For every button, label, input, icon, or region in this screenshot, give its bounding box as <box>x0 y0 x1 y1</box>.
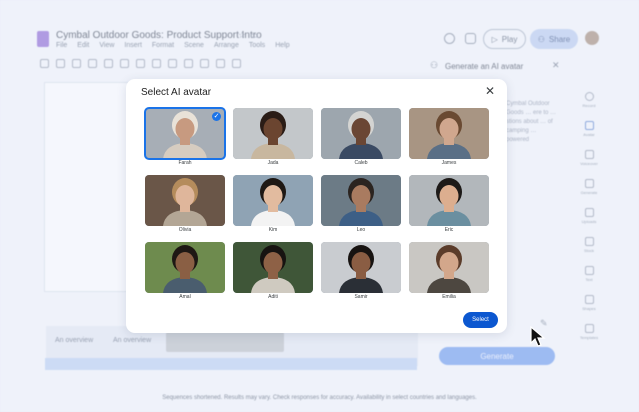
avatar-name: Eric <box>444 227 454 233</box>
avatar-name: Jada <box>267 160 279 166</box>
avatar-name: Emilia <box>442 294 456 300</box>
avatar-name: Caleb <box>354 160 368 166</box>
avatar-option[interactable]: Eric <box>409 175 489 237</box>
avatar-portrait <box>233 242 313 293</box>
select-avatar-dialog: Select AI avatar ✕ ✓ Farah Jada Caleb James O… <box>126 79 507 333</box>
avatar-option[interactable]: Jada <box>233 108 313 170</box>
avatar-portrait <box>233 175 313 226</box>
avatar-grid: ✓ Farah Jada Caleb James Olivia Kim Leo Eric Amal… <box>144 107 489 300</box>
close-icon[interactable]: ✕ <box>484 85 496 97</box>
avatar-photo <box>321 242 401 293</box>
avatar-portrait <box>409 108 489 159</box>
avatar-name: Samir <box>354 294 368 300</box>
avatar-option[interactable]: Samir <box>321 242 401 304</box>
avatar-name: James <box>441 160 457 166</box>
avatar-photo <box>145 242 225 293</box>
avatar-portrait <box>233 108 313 159</box>
avatar-name: Leo <box>356 227 366 233</box>
avatar-photo <box>233 242 313 293</box>
avatar-option[interactable]: Caleb <box>321 108 401 170</box>
avatar-portrait <box>409 242 489 293</box>
avatar-portrait <box>409 175 489 226</box>
avatar-option[interactable]: ✓ Farah <box>144 107 226 170</box>
avatar-portrait <box>145 242 225 293</box>
avatar-portrait <box>321 175 401 226</box>
dialog-title: Select AI avatar <box>141 87 212 98</box>
avatar-photo <box>409 108 489 159</box>
avatar-photo <box>321 175 401 226</box>
avatar-photo <box>409 175 489 226</box>
avatar-name: Farah <box>178 160 192 166</box>
avatar-option[interactable]: Olivia <box>145 175 225 237</box>
avatar-photo: ✓ <box>144 107 226 160</box>
avatar-option[interactable]: Aditi <box>233 242 313 304</box>
selected-check-icon: ✓ <box>212 112 221 121</box>
avatar-name: Kim <box>268 227 278 233</box>
avatar-option[interactable]: James <box>409 108 489 170</box>
avatar-name: Olivia <box>178 227 192 233</box>
avatar-photo <box>145 175 225 226</box>
avatar-photo <box>233 108 313 159</box>
select-button[interactable]: Select <box>463 312 498 328</box>
avatar-portrait <box>321 242 401 293</box>
avatar-option[interactable]: Leo <box>321 175 401 237</box>
mouse-cursor-icon <box>530 326 546 347</box>
avatar-name: Amal <box>179 294 191 300</box>
avatar-option[interactable]: Emilia <box>409 242 489 304</box>
avatar-portrait <box>321 108 401 159</box>
avatar-option[interactable]: Amal <box>145 242 225 304</box>
avatar-photo <box>409 242 489 293</box>
avatar-photo <box>233 175 313 226</box>
avatar-portrait <box>145 175 225 226</box>
avatar-photo <box>321 108 401 159</box>
avatar-option[interactable]: Kim <box>233 175 313 237</box>
avatar-name: Aditi <box>268 294 278 300</box>
